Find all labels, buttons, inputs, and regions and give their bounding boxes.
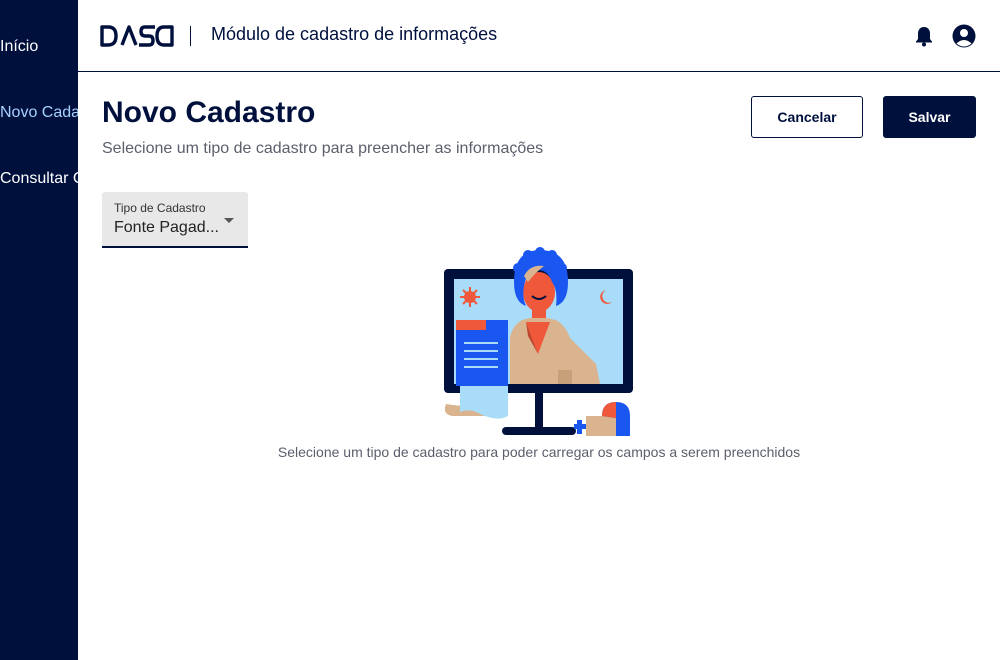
tipo-cadastro-label: Tipo de Cadastro (114, 201, 206, 215)
empty-state-message: Selecione um tipo de cadastro para poder… (277, 444, 801, 460)
sidebar-item-novo-cadastro[interactable]: Novo Cadastro (0, 104, 78, 122)
empty-state-illustration (444, 247, 633, 436)
page-subtitle: Selecione um tipo de cadastro para preen… (102, 140, 544, 157)
caret-down-icon (224, 218, 234, 223)
bell-icon[interactable] (912, 24, 936, 48)
tipo-cadastro-select[interactable]: Tipo de Cadastro Fonte Pagad... (102, 192, 248, 248)
header-divider (190, 26, 191, 46)
sidebar-item-consultar[interactable]: Consultar Cadastros (0, 170, 78, 188)
cancel-button[interactable]: Cancelar (751, 96, 863, 138)
sidebar-item-inicio[interactable]: Início (0, 38, 38, 56)
tipo-cadastro-value: Fonte Pagad... (114, 219, 219, 236)
save-button[interactable]: Salvar (883, 96, 976, 138)
dasa-logo[interactable] (100, 24, 174, 48)
sidebar: Início Novo Cadastro Consultar Cadastros (0, 0, 78, 660)
user-circle-icon[interactable] (951, 23, 977, 49)
page-title: Novo Cadastro (102, 96, 316, 129)
top-header: Módulo de cadastro de informações (78, 0, 1000, 72)
app-title: Módulo de cadastro de informações (211, 24, 498, 44)
